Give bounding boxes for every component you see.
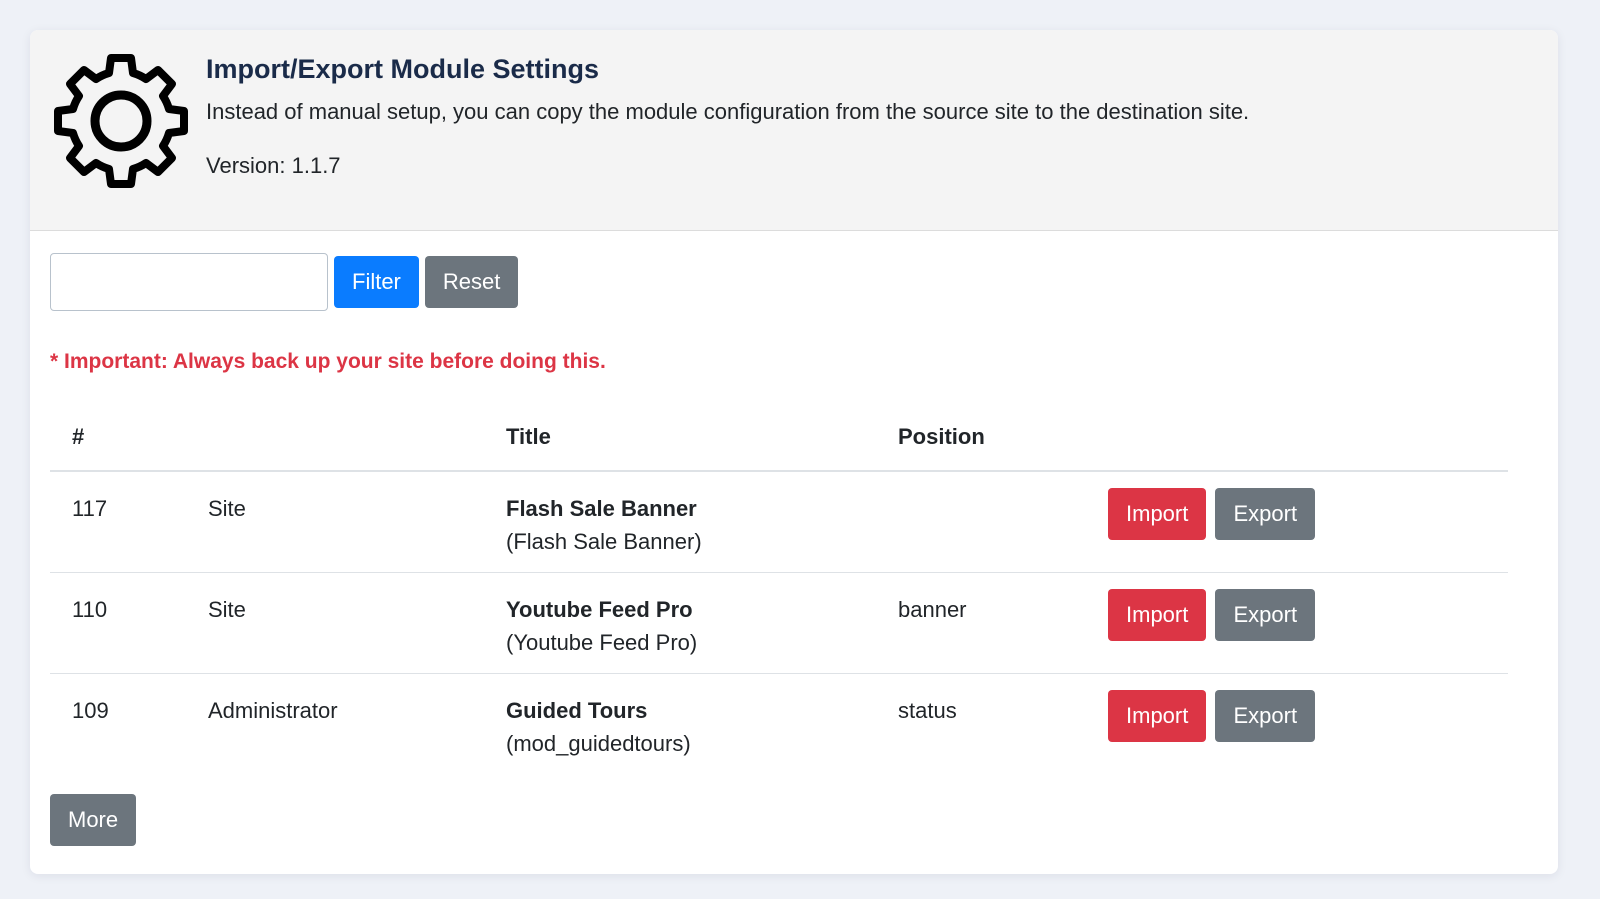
export-button[interactable]: Export xyxy=(1215,588,1316,641)
import-button[interactable]: Import xyxy=(1108,689,1207,742)
filter-input[interactable] xyxy=(50,253,328,311)
cell-actions: Import Export xyxy=(1086,471,1508,573)
column-header-position: Position xyxy=(876,403,1086,472)
export-button[interactable]: Export xyxy=(1215,689,1316,742)
settings-card: Import/Export Module Settings Instead of… xyxy=(30,30,1558,874)
column-header-title: Title xyxy=(484,403,876,472)
modules-table: # Title Position 117 Site Flash Sale Ban… xyxy=(50,403,1508,774)
cell-actions: Import Export xyxy=(1086,673,1508,774)
cell-title: Guided Tours (mod_guidedtours) xyxy=(484,673,876,774)
more-button[interactable]: More xyxy=(50,794,137,846)
cell-position: status xyxy=(898,697,957,723)
cell-position: banner xyxy=(876,572,1086,674)
module-subtitle: (mod_guidedtours) xyxy=(506,730,691,756)
filter-bar: Filter Reset xyxy=(50,253,1538,311)
backup-warning: * Important: Always back up your site be… xyxy=(50,350,606,373)
page-title: Import/Export Module Settings xyxy=(206,54,600,84)
card-body: Filter Reset * Important: Always back up… xyxy=(30,231,1558,846)
table-row: 117 Site Flash Sale Banner (Flash Sale B… xyxy=(50,471,1508,573)
cell-client: Site xyxy=(186,471,484,573)
version-label: Version: 1.1.7 xyxy=(206,153,341,178)
more-container: More xyxy=(50,794,1538,846)
cell-id: 117 xyxy=(50,471,186,573)
table-row: 109 Administrator Guided Tours (mod_guid… xyxy=(50,673,1508,774)
import-button[interactable]: Import xyxy=(1108,588,1207,641)
import-button[interactable]: Import xyxy=(1108,488,1207,540)
column-header-actions xyxy=(1086,403,1508,472)
module-title: Youtube Feed Pro xyxy=(506,596,693,622)
cell-id: 110 xyxy=(50,572,186,674)
export-button[interactable]: Export xyxy=(1215,488,1316,540)
card-header: Import/Export Module Settings Instead of… xyxy=(30,30,1558,231)
table-header-row: # Title Position xyxy=(50,403,1508,472)
reset-button[interactable]: Reset xyxy=(424,256,519,308)
cell-client: Site xyxy=(186,572,484,674)
cell-id: 109 xyxy=(72,697,109,723)
column-header-id: # xyxy=(50,403,186,472)
gear-icon xyxy=(54,54,188,188)
header-text: Import/Export Module Settings Instead of… xyxy=(206,52,1528,180)
cell-client: Administrator xyxy=(208,697,338,723)
filter-button[interactable]: Filter xyxy=(334,256,419,308)
page-description: Instead of manual setup, you can copy th… xyxy=(206,99,1250,124)
module-title: Flash Sale Banner xyxy=(506,496,697,521)
cell-title: Flash Sale Banner (Flash Sale Banner) xyxy=(484,471,876,573)
cell-position xyxy=(876,471,1086,573)
module-subtitle: (Flash Sale Banner) xyxy=(506,529,702,554)
cell-actions: Import Export xyxy=(1086,572,1508,674)
cell-title: Youtube Feed Pro (Youtube Feed Pro) xyxy=(484,572,876,674)
module-subtitle: (Youtube Feed Pro) xyxy=(506,629,698,655)
table-row: 110 Site Youtube Feed Pro (Youtube Feed … xyxy=(50,572,1508,674)
module-title: Guided Tours xyxy=(506,697,648,723)
column-header-client xyxy=(186,403,484,472)
